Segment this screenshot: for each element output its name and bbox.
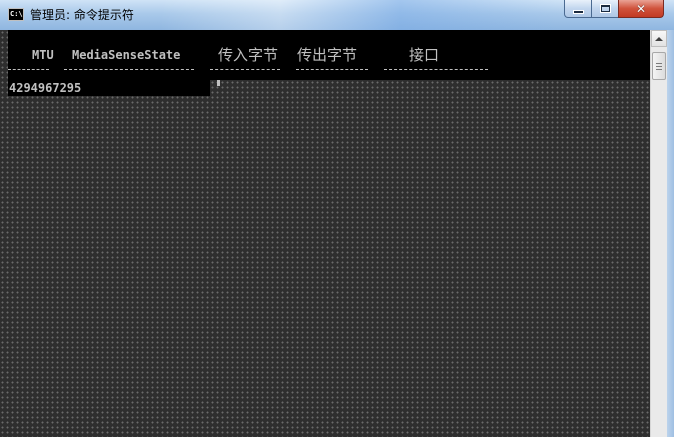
- mtu-value: 4294967295: [9, 81, 82, 95]
- console-header-block: MTU MediaSenseState 传入字节 传出字节 接口: [8, 30, 650, 80]
- column-header-mediasensestate: MediaSenseState: [72, 48, 181, 62]
- grip-line: [656, 68, 662, 70]
- header-underline-interface: [384, 69, 488, 70]
- title-bar-glow: [160, 0, 560, 30]
- scroll-thumb[interactable]: [652, 52, 666, 80]
- arrow-up-icon: [655, 36, 663, 41]
- cmd-app-icon[interactable]: C:\: [8, 8, 24, 21]
- title-bar[interactable]: C:\ 管理员: 命令提示符 ✕: [0, 0, 674, 30]
- vertical-scrollbar[interactable]: [650, 30, 667, 437]
- header-underline-mtu: [8, 69, 49, 70]
- grip-line: [656, 62, 662, 64]
- header-underline-bytes-in: [210, 69, 280, 70]
- column-header-bytes-out: 传出字节: [297, 46, 358, 64]
- console-output-area[interactable]: MTU MediaSenseState 传入字节 传出字节 接口 4294967…: [0, 30, 650, 437]
- grip-line: [656, 65, 662, 67]
- minimize-button[interactable]: [564, 0, 592, 18]
- window-title: 管理员: 命令提示符: [30, 8, 134, 22]
- minimize-icon: [573, 10, 583, 13]
- window-frame-right: [667, 30, 674, 437]
- close-icon: ✕: [635, 1, 647, 16]
- maximize-icon: [599, 4, 611, 13]
- column-header-mtu: MTU: [32, 48, 54, 62]
- text-cursor: [217, 80, 220, 86]
- scroll-up-button[interactable]: [651, 30, 667, 47]
- column-header-bytes-in: 传入字节: [218, 46, 279, 64]
- column-header-interface: 接口: [409, 46, 440, 64]
- close-button[interactable]: ✕: [618, 0, 664, 18]
- header-underline-mediasensestate: [64, 69, 194, 70]
- maximize-button[interactable]: [591, 0, 619, 18]
- header-underline-bytes-out: [296, 69, 368, 70]
